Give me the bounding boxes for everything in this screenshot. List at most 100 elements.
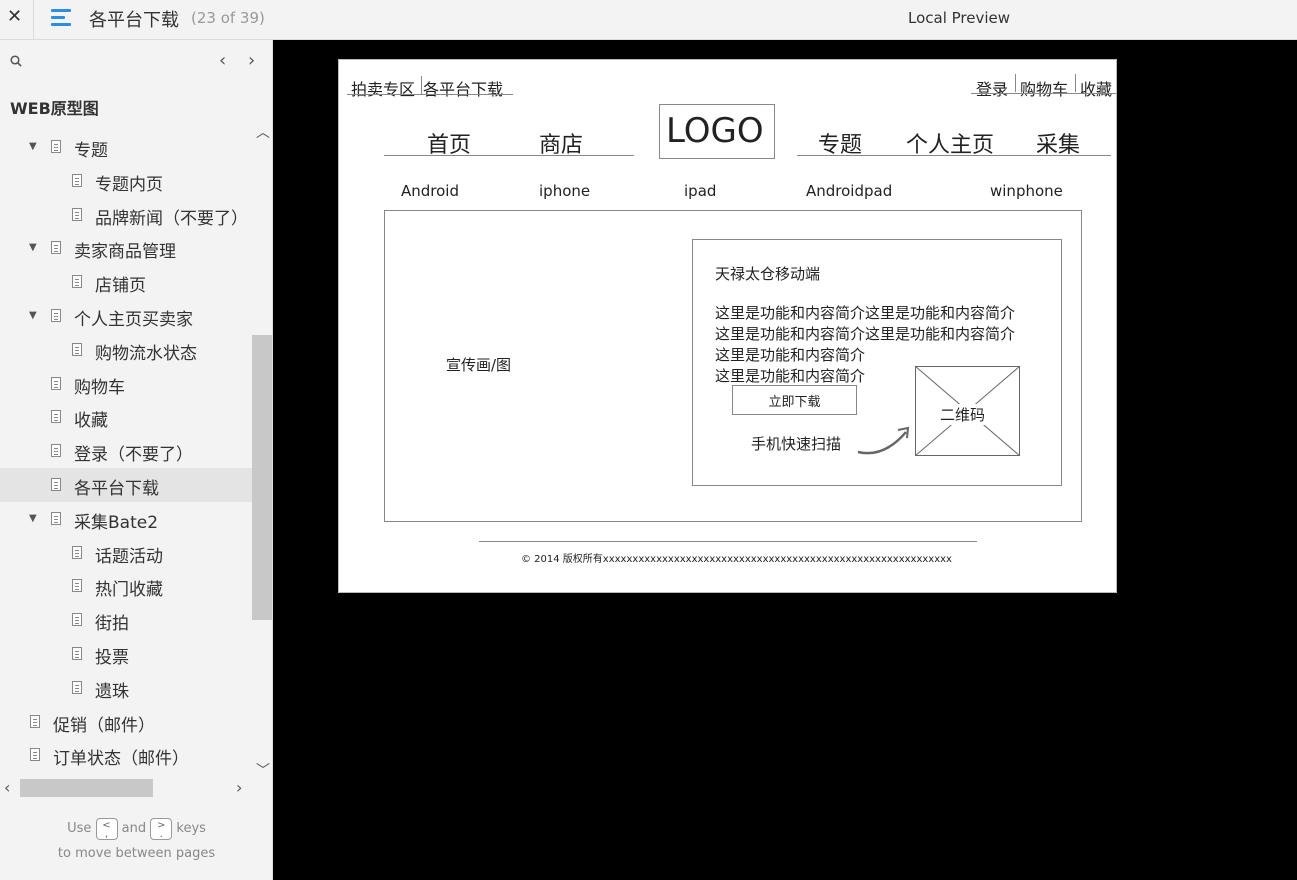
page-title: 各平台下载: [89, 10, 179, 31]
platform-androidpad[interactable]: Androidpad: [806, 182, 892, 200]
sidebar-item-label: 登录（不要了）: [74, 445, 193, 466]
next-page-button[interactable]: ›: [248, 50, 255, 71]
sidebar-item[interactable]: 遗珠: [0, 671, 252, 705]
download-button[interactable]: 立即下载: [732, 385, 857, 415]
caret-down-icon[interactable]: ▼: [29, 513, 37, 524]
sidebar-item[interactable]: ▼ 采集Bate2: [0, 502, 252, 536]
hint-line2: to move between pages: [57, 846, 216, 861]
caret-down-icon[interactable]: ▼: [29, 141, 37, 152]
link-platform-download[interactable]: 各平台下载: [423, 76, 503, 100]
sidebar-item-label: 各平台下载: [74, 479, 159, 499]
sidebar-item[interactable]: 各平台下载: [0, 468, 252, 502]
sidebar-item-label: 街拍: [95, 614, 129, 635]
sidebar-item[interactable]: 订单状态（邮件）: [0, 738, 252, 770]
page-icon: [72, 207, 82, 221]
sidebar-item-label: 专题: [74, 141, 108, 161]
platform-winphone[interactable]: winphone: [990, 182, 1063, 200]
promo-image-label: 宣传画/图: [446, 356, 512, 374]
page-icon: [72, 647, 82, 660]
hint-and: and: [121, 821, 147, 836]
search-icon[interactable]: [10, 55, 22, 67]
keyboard-hint: Use <, and >. keys to move between pages: [0, 816, 273, 866]
sidebar-item[interactable]: 话题活动: [0, 536, 252, 570]
link-favorites[interactable]: 收藏: [1080, 76, 1112, 100]
top-bar: ✕ 各平台下载 (23 of 39) Local Preview: [0, 0, 1297, 40]
project-title: WEB原型图: [10, 99, 99, 118]
sidebar-item-label: 订单状态（邮件）: [53, 749, 189, 770]
platform-ipad[interactable]: ipad: [684, 182, 716, 200]
intro-line-1: 这里是功能和内容简介这里是功能和内容简介: [715, 304, 1016, 322]
link-cart[interactable]: 购物车: [1020, 76, 1068, 100]
caret-down-icon[interactable]: ▼: [29, 310, 37, 321]
sidebar-item-label: 投票: [95, 648, 129, 668]
link-login[interactable]: 登录: [976, 76, 1008, 100]
sidebar-item[interactable]: 登录（不要了）: [0, 434, 252, 468]
page-icon: [72, 173, 82, 187]
page-icon: [51, 376, 61, 390]
link-separator: [1015, 74, 1016, 92]
page-icon: [51, 140, 61, 153]
page-icon: [72, 680, 82, 694]
sidebar-item[interactable]: 店铺页: [0, 265, 252, 299]
sidebar-item-label: 专题内页: [95, 174, 163, 195]
page-icon: [51, 410, 61, 424]
logo: LOGO: [666, 111, 764, 151]
sidebar-item[interactable]: ▼ 卖家商品管理: [0, 231, 252, 265]
sidebar-item[interactable]: 街拍: [0, 603, 252, 637]
top-right-underline: [971, 93, 1116, 94]
sidebar-item-label: 话题活动: [95, 546, 163, 567]
next-key-icon: >.: [150, 817, 173, 840]
sidebar-item-label: 遗珠: [95, 681, 129, 702]
page-icon: [72, 545, 82, 559]
prev-key-icon: <,: [95, 817, 118, 840]
intro-line-4: 这里是功能和内容简介: [715, 367, 866, 385]
sidebar-item[interactable]: 热门收藏: [0, 569, 252, 603]
page-icon: [51, 511, 61, 525]
download-button-label: 立即下载: [768, 394, 821, 410]
sidebar-item[interactable]: ▼ 专题: [0, 130, 252, 164]
footer-copyright: © 2014 版权所有xxxxxxxxxxxxxxxxxxxxxxxxxxxxx…: [521, 554, 952, 565]
sidebar-item-label: 购物流水状态: [95, 343, 197, 364]
platform-android[interactable]: Android: [401, 182, 459, 200]
page-count: (23 of 39): [191, 9, 265, 27]
chevron-up-icon[interactable]: ︿: [256, 122, 270, 142]
sidebar-item-label: 收藏: [74, 411, 108, 432]
vertical-scrollbar[interactable]: ︿ ﹀: [252, 120, 272, 780]
hamburger-menu-icon[interactable]: [51, 8, 73, 28]
sidebar-item[interactable]: 品牌新闻（不要了）: [0, 198, 252, 232]
sidebar-item[interactable]: 专题内页: [0, 164, 252, 198]
page-tree: ▼ 专题专题内页品牌新闻（不要了） ▼ 卖家商品管理 店铺页 ▼ 个人主页买卖家购物流水状态…: [0, 130, 252, 770]
hint-use: Use: [67, 821, 92, 836]
chevron-right-icon[interactable]: ›: [236, 778, 242, 797]
page-icon: [72, 579, 82, 593]
prev-page-button[interactable]: ‹: [219, 50, 226, 71]
page-icon: [30, 748, 40, 762]
chevron-down-icon[interactable]: ﹀: [256, 760, 270, 780]
caret-down-icon[interactable]: ▼: [29, 242, 37, 253]
sidebar-item[interactable]: 购物流水状态: [0, 333, 252, 367]
sidebar-item[interactable]: 购物车: [0, 367, 252, 401]
page-icon: [72, 342, 82, 356]
sidebar-item-label: 热门收藏: [95, 580, 163, 601]
platform-iphone[interactable]: iphone: [539, 182, 590, 200]
vertical-scroll-thumb[interactable]: [252, 335, 272, 620]
horizontal-scroll-thumb[interactable]: [20, 779, 153, 797]
sidebar-item[interactable]: 投票: [0, 637, 252, 671]
hint-keys: keys: [176, 821, 206, 836]
nav-right-underline: [797, 155, 1111, 156]
sidebar-item-label: 个人主页买卖家: [74, 310, 193, 330]
sidebar-item[interactable]: ▼ 个人主页买卖家: [0, 299, 252, 333]
sidebar-item-label: 品牌新闻（不要了）: [95, 208, 248, 229]
sidebar-item[interactable]: 收藏: [0, 400, 252, 434]
close-icon[interactable]: ✕: [7, 6, 22, 27]
preview-label: Local Preview: [908, 9, 1011, 27]
page-icon: [72, 275, 82, 289]
horizontal-scrollbar[interactable]: ‹ ›: [0, 776, 252, 800]
top-left-underline: [347, 94, 513, 95]
chevron-left-icon[interactable]: ‹: [4, 778, 10, 797]
link-auction[interactable]: 拍卖专区: [351, 76, 415, 100]
intro-line-2: 这里是功能和内容简介这里是功能和内容简介: [715, 325, 1016, 343]
link-separator: [1075, 74, 1076, 92]
curved-arrow-icon: [857, 426, 910, 455]
sidebar-item[interactable]: 促销（邮件）: [0, 705, 252, 739]
